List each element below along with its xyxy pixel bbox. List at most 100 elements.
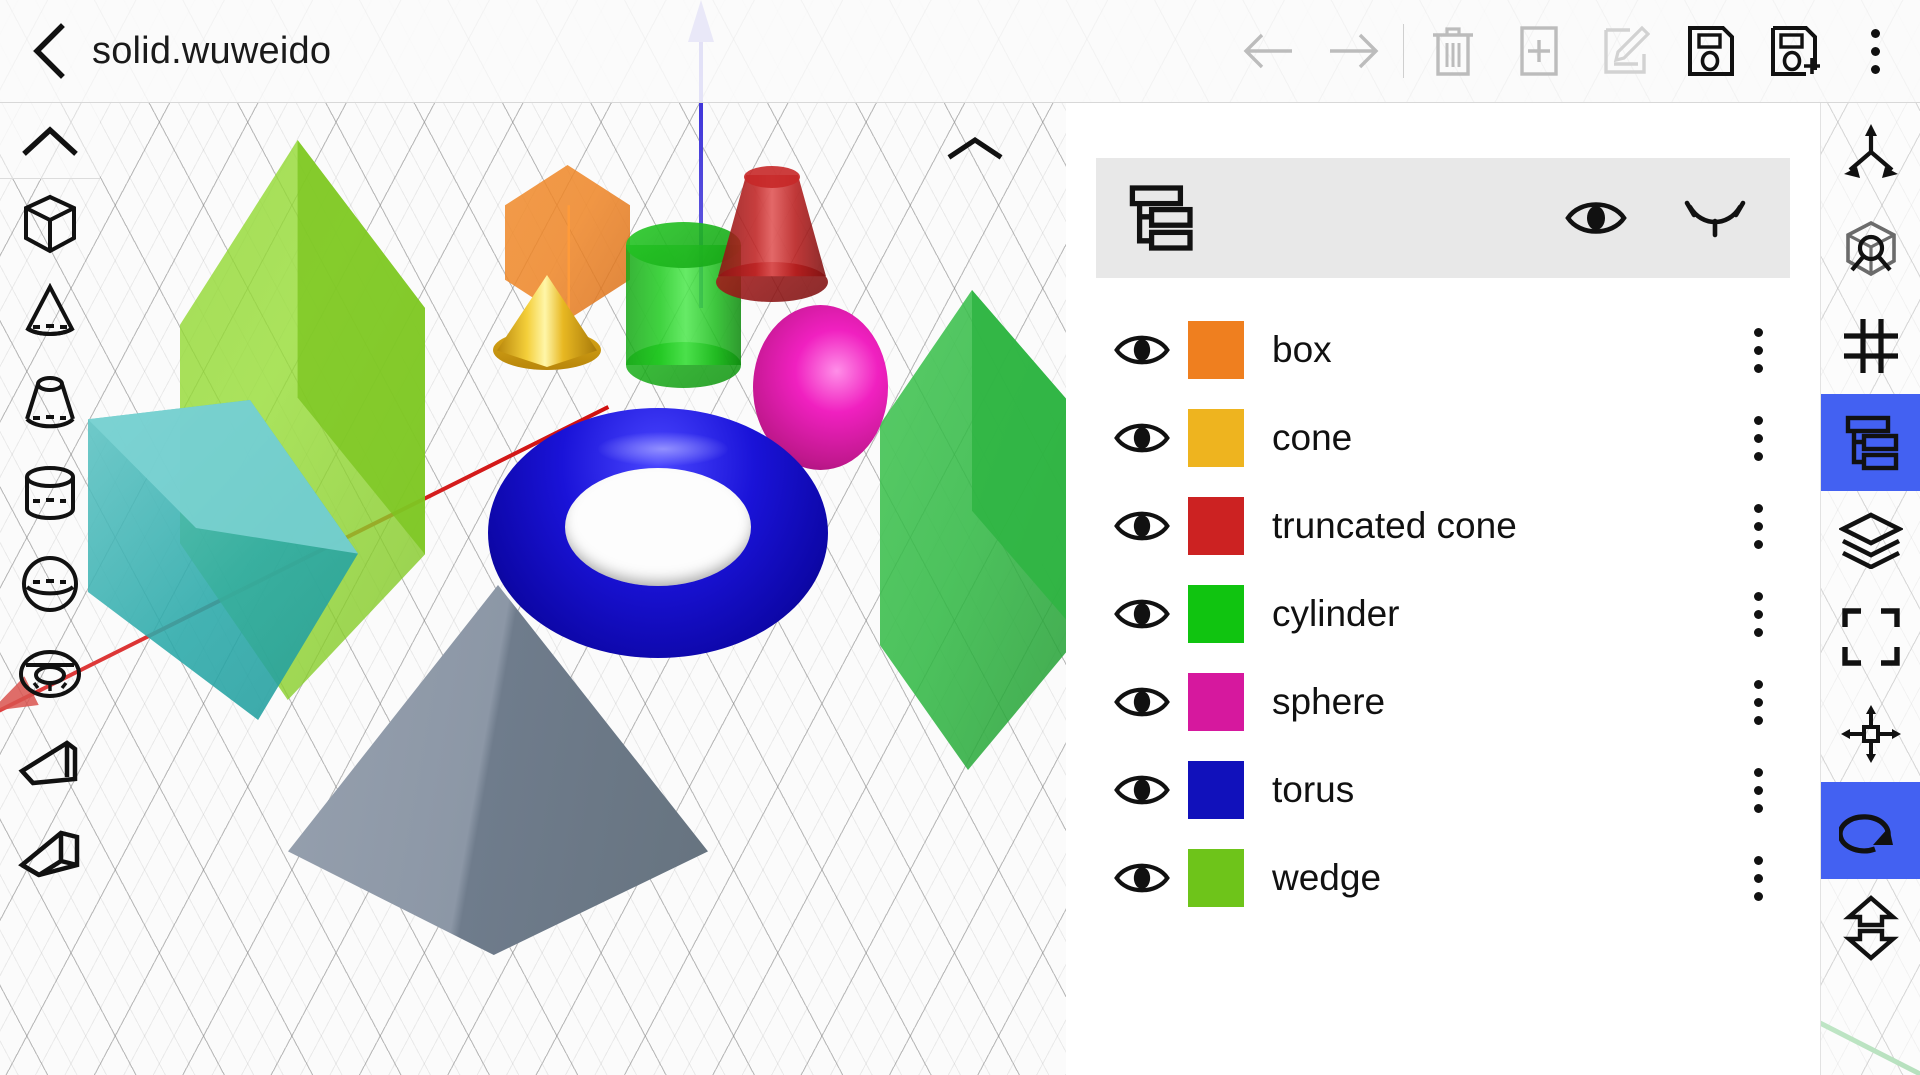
visibility-toggle[interactable]	[1096, 417, 1188, 459]
chevron-up-small-icon	[947, 136, 1003, 160]
rename-button[interactable]	[1582, 8, 1668, 94]
move-icon	[1840, 704, 1901, 763]
rotate-button[interactable]	[1820, 782, 1920, 879]
hide-all-button[interactable]	[1680, 195, 1750, 241]
solid-torus-hole	[565, 468, 751, 586]
tool-box[interactable]	[0, 179, 100, 269]
file-plus-icon	[1520, 26, 1558, 76]
tree-row[interactable]: truncated cone	[1066, 482, 1820, 570]
row-menu-button[interactable]	[1726, 577, 1790, 651]
tree-row[interactable]: box	[1066, 306, 1820, 394]
color-swatch[interactable]	[1188, 673, 1244, 731]
dot	[1870, 46, 1880, 56]
page-title: solid.wuweido	[92, 29, 332, 72]
dot	[1753, 715, 1763, 725]
delete-button[interactable]	[1410, 8, 1496, 94]
visibility-toggle[interactable]	[1096, 505, 1188, 547]
row-menu-button[interactable]	[1726, 753, 1790, 827]
color-swatch[interactable]	[1188, 321, 1244, 379]
visibility-toggle[interactable]	[1096, 681, 1188, 723]
eye-icon	[1114, 775, 1170, 805]
view-axes-button[interactable]	[1821, 103, 1920, 200]
dot	[1753, 609, 1763, 619]
tool-truncated-cone[interactable]	[0, 359, 100, 449]
back-button[interactable]	[26, 23, 72, 79]
tree-row[interactable]: cone	[1066, 394, 1820, 482]
visibility-toggle[interactable]	[1096, 857, 1188, 899]
color-swatch[interactable]	[1188, 849, 1244, 907]
prism-icon	[18, 830, 80, 878]
tool-sphere[interactable]	[0, 539, 100, 629]
object-tree-button[interactable]	[1820, 394, 1920, 491]
cylinder-icon	[25, 466, 75, 520]
snap-button[interactable]	[1821, 879, 1920, 976]
object-name: truncated cone	[1272, 505, 1517, 546]
tree-row[interactable]: cylinder	[1066, 570, 1820, 658]
show-all-button[interactable]	[1564, 195, 1628, 241]
row-menu-button[interactable]	[1726, 313, 1790, 387]
visibility-toggle[interactable]	[1096, 769, 1188, 811]
snap-flip-icon	[1842, 894, 1899, 961]
color-swatch[interactable]	[1188, 497, 1244, 555]
color-swatch[interactable]	[1188, 409, 1244, 467]
new-button[interactable]	[1496, 8, 1582, 94]
top-toolbar: solid.wuweido	[0, 0, 1920, 103]
object-tree-header	[1096, 158, 1790, 278]
toolbar-divider	[1403, 24, 1404, 78]
collapse-panel-handle[interactable]	[940, 128, 1010, 168]
object-tree-panel: box cone truncated cone cylinder sphere torus…	[1066, 103, 1820, 1075]
dot	[1753, 891, 1763, 901]
save-icon	[1688, 26, 1734, 76]
dot	[1753, 803, 1763, 813]
dot	[1753, 539, 1763, 549]
tree-header-icon-wrap	[1124, 183, 1196, 253]
cone-icon	[25, 283, 75, 336]
tool-cone[interactable]	[0, 269, 100, 359]
undo-button[interactable]	[1225, 8, 1311, 94]
axes-icon	[1843, 123, 1898, 178]
row-menu-button[interactable]	[1726, 489, 1790, 563]
save-as-button[interactable]	[1754, 8, 1840, 94]
visibility-toggle[interactable]	[1096, 593, 1188, 635]
overflow-menu-button[interactable]	[1840, 8, 1910, 94]
object-name: cylinder	[1272, 593, 1400, 634]
tree-header-actions	[1564, 195, 1750, 241]
color-swatch[interactable]	[1188, 585, 1244, 643]
eye-icon	[1114, 599, 1170, 629]
dot	[1753, 785, 1763, 795]
row-menu-button[interactable]	[1726, 841, 1790, 915]
object-name: torus	[1272, 769, 1355, 810]
save-button[interactable]	[1668, 8, 1754, 94]
row-menu-button[interactable]	[1726, 665, 1790, 739]
inspect-cube-icon	[1845, 220, 1896, 276]
tool-torus[interactable]	[0, 629, 100, 719]
chevron-left-icon	[33, 23, 65, 79]
left-tool-rail	[0, 103, 100, 1075]
inspect-button[interactable]	[1821, 200, 1920, 297]
fit-view-button[interactable]	[1821, 588, 1920, 685]
visibility-toggle[interactable]	[1096, 329, 1188, 371]
dot	[1753, 433, 1763, 443]
dot	[1753, 451, 1763, 461]
arrow-right-icon	[1330, 33, 1379, 69]
tool-prism[interactable]	[0, 809, 100, 899]
redo-button[interactable]	[1311, 8, 1397, 94]
dot	[1753, 679, 1763, 689]
color-swatch[interactable]	[1188, 761, 1244, 819]
tool-cylinder[interactable]	[0, 449, 100, 539]
tree-row[interactable]: sphere	[1066, 658, 1820, 746]
dot	[1753, 873, 1763, 883]
layers-button[interactable]	[1821, 491, 1920, 588]
eye-icon	[1565, 202, 1627, 234]
dot	[1753, 415, 1763, 425]
eye-icon	[1114, 423, 1170, 453]
grid-button[interactable]	[1821, 297, 1920, 394]
collapse-tools-button[interactable]	[0, 103, 100, 179]
tool-wedge[interactable]	[0, 719, 100, 809]
row-menu-button[interactable]	[1726, 401, 1790, 475]
truncated-cone-icon	[25, 376, 75, 429]
tree-row[interactable]: wedge	[1066, 834, 1820, 922]
tree-row[interactable]: torus	[1066, 746, 1820, 834]
move-button[interactable]	[1821, 685, 1920, 782]
eye-icon	[1114, 687, 1170, 717]
